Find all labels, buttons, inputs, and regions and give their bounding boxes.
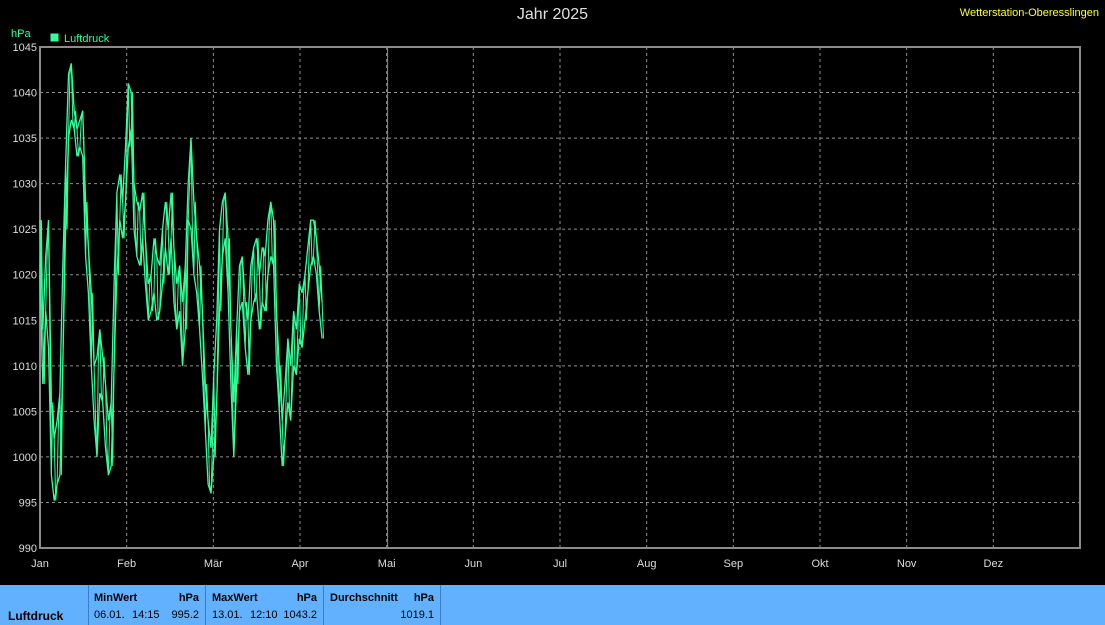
- statistics-bar: Luftdruck MinWert hPa 06.01. 14:15 995.2…: [0, 585, 1105, 625]
- x-tick-label: Aug: [637, 558, 657, 570]
- stat-max-date: 13.01.: [212, 609, 243, 621]
- x-tick-label: Feb: [117, 558, 136, 570]
- y-tick-label: 990: [19, 543, 37, 555]
- stat-row-label-cell: Luftdruck: [0, 585, 89, 625]
- legend-swatch-luftdruck: [49, 32, 60, 43]
- stat-avg-unit: hPa: [413, 592, 434, 604]
- x-tick-label: Jul: [553, 558, 567, 570]
- stat-min-date: 06.01.: [94, 609, 125, 621]
- stat-avg-value: 1019.1: [400, 609, 434, 621]
- stat-max-unit: hPa: [296, 592, 317, 604]
- y-tick-label: 1035: [13, 133, 37, 145]
- stat-min-unit: hPa: [178, 592, 199, 604]
- stat-max-time: 12:10: [250, 609, 278, 621]
- station-name: Wetterstation-Oberesslingen: [959, 7, 1099, 19]
- stat-min-cell: MinWert hPa 06.01. 14:15 995.2: [88, 585, 206, 625]
- stat-avg-label: Durchschnitt: [330, 592, 398, 604]
- y-axis-unit: hPa: [11, 28, 31, 40]
- y-tick-label: 1030: [13, 179, 37, 191]
- y-tick-label: 1020: [13, 270, 37, 282]
- stat-max-cell: MaxWert hPa 13.01. 12:10 1043.2: [206, 585, 324, 625]
- x-tick-label: Mär: [204, 558, 223, 570]
- x-tick-label: Jun: [464, 558, 482, 570]
- stat-max-label: MaxWert: [212, 592, 258, 604]
- x-tick-label: Dez: [984, 558, 1004, 570]
- x-tick-label: Jan: [31, 558, 49, 570]
- axis-tick-labels: 1045 1040 1035 1030 1025 1020 1015 1010 1005 1000…: [13, 42, 1004, 570]
- legend-label-luftdruck: Luftdruck: [64, 33, 110, 45]
- chart-title: Jahr 2025: [516, 6, 589, 23]
- pressure-chart: 1045 1040 1035 1030 1025 1020 1015 1010 1005 1000…: [11, 28, 1081, 570]
- stat-min-label: MinWert: [94, 592, 138, 604]
- stat-max-value: 1043.2: [283, 609, 317, 621]
- x-tick-label: Apr: [291, 558, 308, 570]
- y-tick-label: 1000: [13, 452, 37, 464]
- plot-frame: [39, 46, 1081, 549]
- series-luftdruck: [39, 63, 324, 501]
- grid-lines: [40, 47, 1080, 548]
- y-tick-label: 1025: [13, 224, 37, 236]
- stat-min-value: 995.2: [171, 609, 199, 621]
- y-tick-label: 1045: [13, 42, 37, 54]
- y-tick-label: 1040: [13, 88, 37, 100]
- stat-avg-cell: Durchschnitt hPa 1019.1: [324, 585, 441, 625]
- stat-row-label: Luftdruck: [8, 609, 64, 623]
- legend: Luftdruck: [49, 32, 110, 45]
- x-tick-label: Nov: [897, 558, 917, 570]
- y-tick-label: 995: [19, 497, 37, 509]
- y-tick-label: 1010: [13, 361, 37, 373]
- x-tick-label: Mai: [378, 558, 396, 570]
- x-tick-label: Sep: [724, 558, 744, 570]
- stat-min-time: 14:15: [132, 609, 160, 621]
- y-tick-label: 1005: [13, 406, 37, 418]
- y-tick-label: 1015: [13, 315, 37, 327]
- x-tick-label: Okt: [811, 558, 828, 570]
